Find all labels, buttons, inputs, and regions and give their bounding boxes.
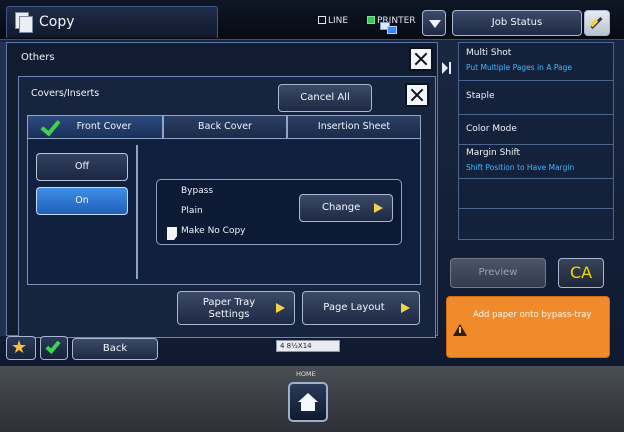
home-button[interactable] — [288, 382, 328, 422]
printer-status-box — [367, 16, 375, 24]
paper-tray-value: Bypass — [181, 186, 214, 196]
front-cover-settings: Off On Bypass Plain Make No Copy Change — [27, 139, 421, 285]
preview-button[interactable]: Preview — [450, 258, 546, 288]
tab-front-cover[interactable]: Front Cover — [27, 115, 163, 139]
change-button[interactable]: Change — [299, 194, 393, 222]
covers-close-button[interactable] — [405, 83, 429, 107]
list-item-label: Multi Shot — [466, 48, 512, 58]
other-functions-list: Multi Shot Put Multiple Pages in A Page … — [458, 42, 614, 240]
line-status-box — [318, 16, 326, 24]
favorites-button[interactable]: ★ — [6, 336, 36, 360]
message-banner: Add paper onto bypass-tray — [446, 296, 610, 358]
wrench-icon — [589, 16, 604, 30]
check-button[interactable] — [40, 336, 68, 360]
star-icon: ★ — [11, 337, 28, 358]
covers-inserts-title: Covers/Inserts — [31, 88, 100, 99]
covers-inserts-dialog: Covers/Inserts Cancel All Front Cover Ba… — [18, 76, 436, 338]
list-item-label: Margin Shift — [466, 148, 521, 158]
touch-panel-screen: Copy LINE PRINTER Job Status Others Cove… — [0, 0, 624, 366]
list-item-empty[interactable] — [459, 209, 613, 239]
tab-insertion-sheet[interactable]: Insertion Sheet — [287, 115, 421, 139]
home-label: HOME — [296, 370, 316, 378]
line-indicator: LINE — [318, 8, 348, 27]
copy-mode-tab[interactable]: Copy — [6, 6, 218, 38]
list-item-sub: Put Multiple Pages in A Page — [466, 63, 572, 72]
checkmark-icon — [45, 338, 61, 354]
page-layout-button[interactable]: Page Layout — [302, 291, 420, 325]
back-button[interactable]: Back — [72, 338, 158, 360]
tray-indicator: 4 8½X14 — [276, 340, 340, 352]
cancel-all-button[interactable]: Cancel All — [278, 84, 372, 112]
paper-icon — [167, 227, 177, 240]
list-item-sub: Shift Position to Have Margin — [466, 163, 575, 172]
list-item-multi-shot[interactable]: Multi Shot Put Multiple Pages in A Page — [459, 43, 613, 81]
divider — [136, 145, 138, 279]
paper-source-box: Bypass Plain Make No Copy Change — [156, 179, 402, 245]
list-item-margin-shift[interactable]: Margin Shift Shift Position to Have Marg… — [459, 145, 613, 179]
paper-tray-settings-button[interactable]: Paper Tray Settings — [177, 291, 295, 325]
warning-icon — [453, 324, 467, 336]
list-item-color-mode[interactable]: Color Mode — [459, 115, 613, 145]
chevron-down-icon — [429, 20, 441, 28]
paper-type-value: Plain — [181, 206, 203, 216]
job-status-button[interactable]: Job Status — [452, 10, 582, 36]
clear-all-button[interactable]: CA — [558, 258, 604, 288]
list-item-empty[interactable] — [459, 179, 613, 209]
on-button[interactable]: On — [36, 187, 128, 215]
home-icon — [298, 393, 318, 411]
off-button[interactable]: Off — [36, 153, 128, 181]
message-text: Add paper onto bypass-tray — [473, 310, 592, 320]
tab-front-cover-label: Front Cover — [76, 121, 132, 132]
collapse-arrow-icon[interactable] — [440, 58, 454, 78]
others-title: Others — [21, 52, 55, 63]
copy-icon — [15, 12, 33, 33]
check-icon — [40, 119, 60, 135]
dropdown-button[interactable] — [422, 10, 446, 36]
copy-mode-value: Make No Copy — [181, 226, 246, 236]
mode-title: Copy — [39, 14, 75, 30]
list-item-staple[interactable]: Staple — [459, 81, 613, 115]
printer-icon — [380, 19, 398, 35]
top-bar: Copy LINE PRINTER Job Status — [0, 0, 624, 40]
list-item-label: Staple — [466, 91, 495, 101]
settings-button[interactable] — [584, 10, 610, 36]
line-label: LINE — [328, 16, 349, 26]
list-item-label: Color Mode — [466, 124, 517, 134]
tab-back-cover[interactable]: Back Cover — [163, 115, 287, 139]
others-close-button[interactable] — [409, 47, 433, 71]
